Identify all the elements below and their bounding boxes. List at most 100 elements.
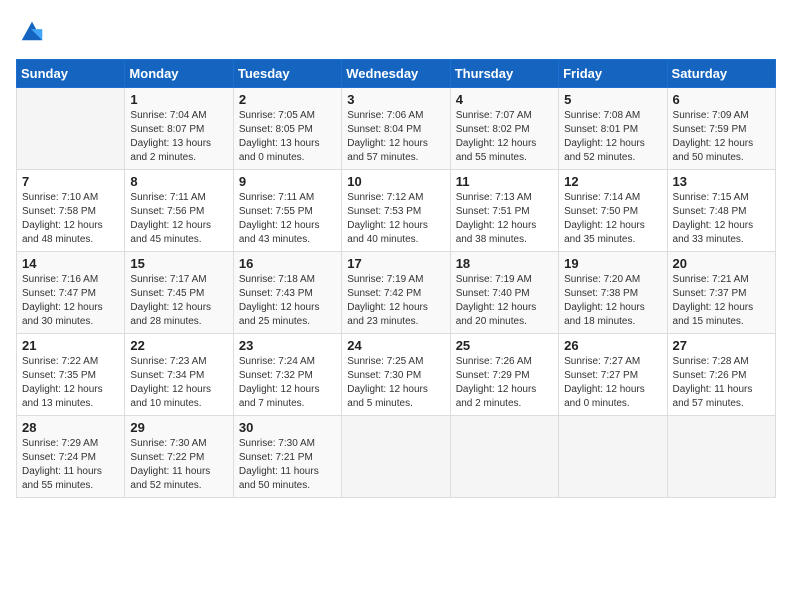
day-info: Sunrise: 7:30 AM Sunset: 7:21 PM Dayligh… bbox=[239, 437, 336, 493]
day-cell: 15Sunrise: 7:17 AM Sunset: 7:45 PM Dayli… bbox=[125, 252, 233, 334]
day-number: 10 bbox=[347, 174, 444, 189]
day-cell: 18Sunrise: 7:19 AM Sunset: 7:40 PM Dayli… bbox=[450, 252, 558, 334]
day-cell: 10 Sunrise: 7:12 AM Sunset: 7:53 PM Dayli… bbox=[342, 170, 450, 252]
day-cell: 29 Sunrise: 7:30 AM Sunset: 7:22 PM Dayli… bbox=[125, 416, 233, 498]
day-info: Sunrise: 7:20 AM Sunset: 7:38 PM Dayligh… bbox=[564, 273, 661, 329]
day-cell: 5 Sunrise: 7:08 AM Sunset: 8:01 PM Daylig… bbox=[559, 88, 667, 170]
weekday-header-wednesday: Wednesday bbox=[342, 60, 450, 88]
day-info: Sunrise: 7:28 AM Sunset: 7:26 PM Dayligh… bbox=[673, 355, 770, 411]
day-info: Sunrise: 7:29 AM Sunset: 7:24 PM Dayligh… bbox=[22, 437, 119, 493]
day-cell: 27 Sunrise: 7:28 AM Sunset: 7:26 PM Dayli… bbox=[667, 334, 775, 416]
page-header bbox=[16, 16, 776, 49]
day-cell: 14 Sunrise: 7:16 AM Sunset: 7:47 PM Dayli… bbox=[17, 252, 125, 334]
calendar-table: SundayMondayTuesdayWednesdayThursdayFrid… bbox=[16, 59, 776, 498]
day-number: 14 bbox=[22, 256, 119, 271]
day-number: 5 bbox=[564, 92, 661, 107]
day-cell: 26 Sunrise: 7:27 AM Sunset: 7:27 PM Dayli… bbox=[559, 334, 667, 416]
day-number: 21 bbox=[22, 338, 119, 353]
day-number: 22 bbox=[130, 338, 227, 353]
day-number: 19 bbox=[564, 256, 661, 271]
weekday-header-saturday: Saturday bbox=[667, 60, 775, 88]
day-number: 26 bbox=[564, 338, 661, 353]
day-number: 1 bbox=[130, 92, 227, 107]
day-info: Sunrise: 7:09 AM Sunset: 7:59 PM Dayligh… bbox=[673, 109, 770, 165]
day-cell: 4 Sunrise: 7:07 AM Sunset: 8:02 PM Daylig… bbox=[450, 88, 558, 170]
day-info: Sunrise: 7:13 AM Sunset: 7:51 PM Dayligh… bbox=[456, 191, 553, 247]
day-cell: 8Sunrise: 7:11 AM Sunset: 7:56 PM Daylig… bbox=[125, 170, 233, 252]
weekday-header-tuesday: Tuesday bbox=[233, 60, 341, 88]
day-info: Sunrise: 7:05 AM Sunset: 8:05 PM Dayligh… bbox=[239, 109, 336, 165]
day-cell bbox=[559, 416, 667, 498]
day-cell: 25Sunrise: 7:26 AM Sunset: 7:29 PM Dayli… bbox=[450, 334, 558, 416]
day-cell: 23 Sunrise: 7:24 AM Sunset: 7:32 PM Dayli… bbox=[233, 334, 341, 416]
day-number: 6 bbox=[673, 92, 770, 107]
day-info: Sunrise: 7:27 AM Sunset: 7:27 PM Dayligh… bbox=[564, 355, 661, 411]
week-row-3: 14 Sunrise: 7:16 AM Sunset: 7:47 PM Dayli… bbox=[17, 252, 776, 334]
day-info: Sunrise: 7:11 AM Sunset: 7:56 PM Dayligh… bbox=[130, 191, 227, 247]
day-number: 15 bbox=[130, 256, 227, 271]
day-number: 4 bbox=[456, 92, 553, 107]
day-cell: 21 Sunrise: 7:22 AM Sunset: 7:35 PM Dayli… bbox=[17, 334, 125, 416]
day-cell: 11 Sunrise: 7:13 AM Sunset: 7:51 PM Dayli… bbox=[450, 170, 558, 252]
day-info: Sunrise: 7:07 AM Sunset: 8:02 PM Dayligh… bbox=[456, 109, 553, 165]
day-number: 24 bbox=[347, 338, 444, 353]
day-number: 11 bbox=[456, 174, 553, 189]
day-number: 2 bbox=[239, 92, 336, 107]
day-info: Sunrise: 7:16 AM Sunset: 7:47 PM Dayligh… bbox=[22, 273, 119, 329]
day-number: 12 bbox=[564, 174, 661, 189]
week-row-2: 7 Sunrise: 7:10 AM Sunset: 7:58 PM Daylig… bbox=[17, 170, 776, 252]
day-info: Sunrise: 7:25 AM Sunset: 7:30 PM Dayligh… bbox=[347, 355, 444, 411]
day-info: Sunrise: 7:11 AM Sunset: 7:55 PM Dayligh… bbox=[239, 191, 336, 247]
day-cell: 1Sunrise: 7:04 AM Sunset: 8:07 PM Daylig… bbox=[125, 88, 233, 170]
day-cell: 20 Sunrise: 7:21 AM Sunset: 7:37 PM Dayli… bbox=[667, 252, 775, 334]
day-info: Sunrise: 7:15 AM Sunset: 7:48 PM Dayligh… bbox=[673, 191, 770, 247]
day-number: 30 bbox=[239, 420, 336, 435]
day-number: 28 bbox=[22, 420, 119, 435]
day-info: Sunrise: 7:10 AM Sunset: 7:58 PM Dayligh… bbox=[22, 191, 119, 247]
day-cell: 12 Sunrise: 7:14 AM Sunset: 7:50 PM Dayli… bbox=[559, 170, 667, 252]
week-row-5: 28 Sunrise: 7:29 AM Sunset: 7:24 PM Dayli… bbox=[17, 416, 776, 498]
day-info: Sunrise: 7:12 AM Sunset: 7:53 PM Dayligh… bbox=[347, 191, 444, 247]
day-number: 27 bbox=[673, 338, 770, 353]
day-cell: 28 Sunrise: 7:29 AM Sunset: 7:24 PM Dayli… bbox=[17, 416, 125, 498]
day-number: 23 bbox=[239, 338, 336, 353]
day-info: Sunrise: 7:30 AM Sunset: 7:22 PM Dayligh… bbox=[130, 437, 227, 493]
day-number: 9 bbox=[239, 174, 336, 189]
day-cell bbox=[17, 88, 125, 170]
day-number: 3 bbox=[347, 92, 444, 107]
weekday-header-sunday: Sunday bbox=[17, 60, 125, 88]
day-cell bbox=[342, 416, 450, 498]
day-cell: 6 Sunrise: 7:09 AM Sunset: 7:59 PM Daylig… bbox=[667, 88, 775, 170]
day-number: 29 bbox=[130, 420, 227, 435]
day-cell: 2 Sunrise: 7:05 AM Sunset: 8:05 PM Daylig… bbox=[233, 88, 341, 170]
day-cell: 24 Sunrise: 7:25 AM Sunset: 7:30 PM Dayli… bbox=[342, 334, 450, 416]
day-number: 16 bbox=[239, 256, 336, 271]
day-info: Sunrise: 7:08 AM Sunset: 8:01 PM Dayligh… bbox=[564, 109, 661, 165]
day-number: 7 bbox=[22, 174, 119, 189]
day-number: 13 bbox=[673, 174, 770, 189]
day-info: Sunrise: 7:21 AM Sunset: 7:37 PM Dayligh… bbox=[673, 273, 770, 329]
day-cell: 30 Sunrise: 7:30 AM Sunset: 7:21 PM Dayli… bbox=[233, 416, 341, 498]
day-number: 17 bbox=[347, 256, 444, 271]
day-cell: 9 Sunrise: 7:11 AM Sunset: 7:55 PM Daylig… bbox=[233, 170, 341, 252]
day-info: Sunrise: 7:14 AM Sunset: 7:50 PM Dayligh… bbox=[564, 191, 661, 247]
day-info: Sunrise: 7:18 AM Sunset: 7:43 PM Dayligh… bbox=[239, 273, 336, 329]
day-info: Sunrise: 7:23 AM Sunset: 7:34 PM Dayligh… bbox=[130, 355, 227, 411]
day-cell: 22 Sunrise: 7:23 AM Sunset: 7:34 PM Dayli… bbox=[125, 334, 233, 416]
day-info: Sunrise: 7:24 AM Sunset: 7:32 PM Dayligh… bbox=[239, 355, 336, 411]
logo-icon bbox=[18, 16, 46, 44]
weekday-header-friday: Friday bbox=[559, 60, 667, 88]
weekday-header-thursday: Thursday bbox=[450, 60, 558, 88]
logo bbox=[16, 16, 46, 49]
day-info: Sunrise: 7:19 AM Sunset: 7:42 PM Dayligh… bbox=[347, 273, 444, 329]
day-cell: 19 Sunrise: 7:20 AM Sunset: 7:38 PM Dayli… bbox=[559, 252, 667, 334]
day-info: Sunrise: 7:26 AM Sunset: 7:29 PM Dayligh… bbox=[456, 355, 553, 411]
day-cell: 7 Sunrise: 7:10 AM Sunset: 7:58 PM Daylig… bbox=[17, 170, 125, 252]
day-cell: 3Sunrise: 7:06 AM Sunset: 8:04 PM Daylig… bbox=[342, 88, 450, 170]
day-cell: 17 Sunrise: 7:19 AM Sunset: 7:42 PM Dayli… bbox=[342, 252, 450, 334]
week-row-4: 21 Sunrise: 7:22 AM Sunset: 7:35 PM Dayli… bbox=[17, 334, 776, 416]
day-number: 20 bbox=[673, 256, 770, 271]
day-cell: 16 Sunrise: 7:18 AM Sunset: 7:43 PM Dayli… bbox=[233, 252, 341, 334]
week-row-1: 1Sunrise: 7:04 AM Sunset: 8:07 PM Daylig… bbox=[17, 88, 776, 170]
day-info: Sunrise: 7:22 AM Sunset: 7:35 PM Dayligh… bbox=[22, 355, 119, 411]
